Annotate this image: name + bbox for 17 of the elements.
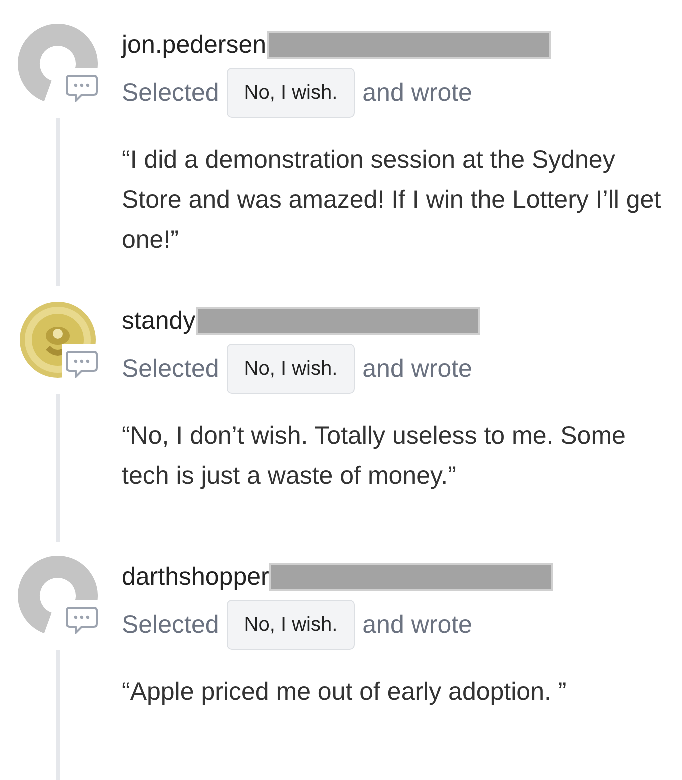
selected-label: Selected	[122, 354, 220, 384]
username[interactable]: darthshopper	[122, 562, 270, 592]
choice-tag: No, I wish.	[227, 600, 355, 650]
wrote-label: and wrote	[362, 610, 472, 640]
wrote-label: and wrote	[362, 354, 472, 384]
comment-text: “I did a demonstration session at the Sydney Store and was amazed! If I win the Lottery I’ll get one!”	[122, 145, 662, 256]
username[interactable]: standy	[122, 306, 196, 336]
avatar-icon	[18, 24, 98, 104]
comment-text: “Apple priced me out of early adoption. ”	[122, 677, 568, 708]
comment-text: “No, I don’t wish. Totally useless to me. Some tech is just a waste of money.”	[122, 421, 627, 492]
wrote-label: and wrote	[362, 78, 472, 108]
username[interactable]: jon.pedersen	[122, 30, 267, 60]
selected-label: Selected	[122, 610, 220, 640]
avatar-icon	[18, 556, 98, 636]
choice-tag: No, I wish.	[227, 344, 355, 394]
choice-tag: No, I wish.	[227, 68, 355, 118]
selected-label: Selected	[122, 78, 220, 108]
